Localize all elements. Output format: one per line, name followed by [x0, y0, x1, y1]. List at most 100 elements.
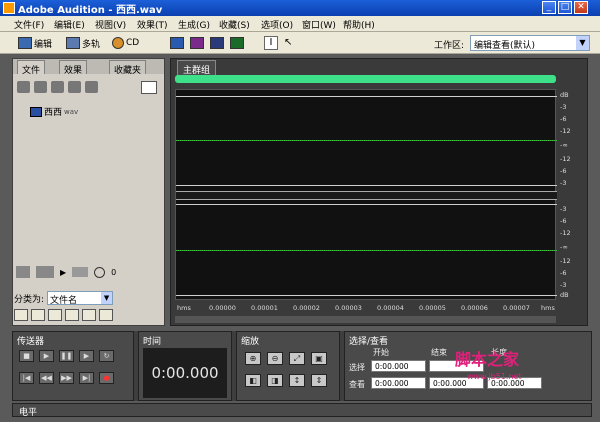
workspace-select[interactable]: 编辑查看(默认) ▼ [470, 35, 590, 51]
view-audio-icon[interactable] [14, 309, 28, 321]
menu-file[interactable]: 文件(F) [14, 18, 44, 31]
edit-view-button[interactable]: 编辑 [18, 35, 52, 51]
zoom-out-vertical-icon[interactable]: ⇕ [311, 374, 327, 387]
tab-favorites[interactable]: 收藏夹 [109, 60, 147, 76]
view-video-icon[interactable] [48, 309, 62, 321]
fast-forward-button[interactable]: ▶▶ [59, 372, 74, 384]
view-start-field[interactable]: 0:00.000 [371, 377, 426, 389]
db-label: -12 [560, 127, 571, 135]
time-label: hms [541, 304, 555, 312]
list-item[interactable]: 西西 wav [30, 105, 78, 118]
levels-panel-title: 电平 [19, 408, 38, 418]
time-panel: 时间 0:00.000 [138, 331, 232, 401]
full-path-icon[interactable] [82, 309, 96, 321]
db-label: dB [560, 91, 569, 99]
menu-help[interactable]: 帮助(H) [343, 18, 375, 31]
menu-effects[interactable]: 效果(T) [137, 18, 168, 31]
zoom-selection-icon[interactable]: ▣ [311, 352, 327, 365]
cd-icon [112, 37, 124, 49]
title-bar: Adobe Audition - 西西.wav _ □ ✕ [0, 0, 600, 16]
menu-view[interactable]: 视图(V) [95, 18, 126, 31]
zoom-left-icon[interactable]: ◧ [245, 374, 261, 387]
record-button[interactable]: ● [99, 372, 114, 384]
row-select-label: 选择 [349, 363, 365, 372]
overview-bar[interactable] [175, 75, 556, 83]
horizontal-scrollbar[interactable] [175, 316, 556, 323]
center-line [176, 250, 557, 251]
folder-icon[interactable] [99, 309, 113, 321]
loop-button[interactable]: ↻ [99, 350, 114, 362]
db-label: -3 [560, 205, 567, 213]
waveform-display-icon[interactable] [170, 37, 184, 49]
workspace-label: 工作区: [434, 41, 465, 51]
maximize-button[interactable]: □ [558, 1, 572, 14]
menu-options[interactable]: 选项(O) [261, 18, 293, 31]
play-view-button[interactable]: ▶ [79, 350, 94, 362]
chevron-down-icon: ▼ [576, 36, 589, 50]
pause-button[interactable]: ❚❚ [59, 350, 74, 362]
time-panel-title: 时间 [143, 337, 162, 347]
rewind-button[interactable]: ◀◀ [39, 372, 54, 384]
db-label: -6 [560, 217, 567, 225]
app-icon [3, 2, 15, 14]
go-end-button[interactable]: ▶| [79, 372, 94, 384]
sort-value: 文件名 [50, 296, 78, 306]
zoom-right-icon[interactable]: ◨ [267, 374, 283, 387]
sort-select[interactable]: 文件名 ▼ [47, 291, 114, 306]
minimize-button[interactable]: _ [542, 1, 556, 14]
time-label: 0.00003 [335, 304, 362, 312]
move-tool-icon[interactable]: ↖ [284, 37, 292, 48]
db-label: -12 [560, 257, 571, 265]
close-button[interactable]: ✕ [574, 1, 588, 14]
time-label: hms [177, 304, 191, 312]
waveform-display[interactable] [175, 89, 557, 300]
spectral-pan-icon[interactable] [210, 37, 224, 49]
edit-file-icon[interactable] [68, 81, 81, 93]
view-midi-icon[interactable] [65, 309, 79, 321]
play-icon[interactable]: ▶ [60, 268, 66, 277]
zoom-panel-title: 缩放 [241, 337, 260, 347]
clip-line [176, 204, 557, 205]
levels-panel: 电平 [12, 403, 592, 418]
stop-button[interactable]: ■ [19, 350, 34, 362]
row-view-label: 查看 [349, 380, 365, 389]
workspace-value: 编辑查看(默认) [474, 41, 536, 51]
zoom-in-vertical-icon[interactable]: ↕ [289, 374, 305, 387]
db-label: -∞ [560, 243, 568, 251]
loop-icon[interactable] [36, 266, 54, 278]
waveform-editor: 主群组 dB -3 -6 -12 -∞ -12 -6 -3 -3 -6 -12 … [170, 58, 588, 326]
zoom-full-icon[interactable]: ⤢ [289, 352, 305, 365]
zoom-in-horizontal-icon[interactable]: ⊕ [245, 352, 261, 365]
spectral-display-icon[interactable] [190, 37, 204, 49]
go-start-button[interactable]: |◀ [19, 372, 34, 384]
view-loop-icon[interactable] [31, 309, 45, 321]
tab-effects[interactable]: 效果 [59, 60, 88, 76]
cd-view-button[interactable]: CD [112, 35, 139, 51]
play-button[interactable]: ▶ [39, 350, 54, 362]
tab-files[interactable]: 文件 [17, 60, 46, 76]
col-end-header: 结束 [431, 348, 447, 357]
volume-knob-icon[interactable] [94, 266, 106, 278]
file-name: 西西 [44, 108, 63, 118]
play-preview-icon[interactable] [85, 81, 98, 93]
menu-generate[interactable]: 生成(G) [178, 18, 210, 31]
menu-favorites[interactable]: 收藏(S) [219, 18, 250, 31]
db-label: -6 [560, 167, 567, 175]
import-icon[interactable] [51, 81, 64, 93]
menu-window[interactable]: 窗口(W) [302, 18, 336, 31]
file-toolbar [17, 81, 98, 93]
volume-icon[interactable] [72, 267, 89, 277]
selection-start-field[interactable]: 0:00.000 [371, 360, 426, 372]
menu-edit[interactable]: 编辑(E) [54, 18, 85, 31]
close-file-icon[interactable] [34, 81, 47, 93]
sort-row: 分类为: 文件名 ▼ [14, 291, 114, 306]
watermark-url: www.jb51.net [467, 372, 522, 381]
transport-title: 传送器 [17, 337, 45, 347]
multitrack-view-button[interactable]: 多轨 [66, 35, 100, 51]
autoplay-icon[interactable] [16, 266, 30, 278]
zoom-out-horizontal-icon[interactable]: ⊖ [267, 352, 283, 365]
time-selection-tool-icon[interactable]: I [264, 36, 278, 50]
spectral-phase-icon[interactable] [230, 37, 244, 49]
open-file-icon[interactable] [17, 81, 30, 93]
panel-options-icon[interactable] [141, 81, 157, 94]
